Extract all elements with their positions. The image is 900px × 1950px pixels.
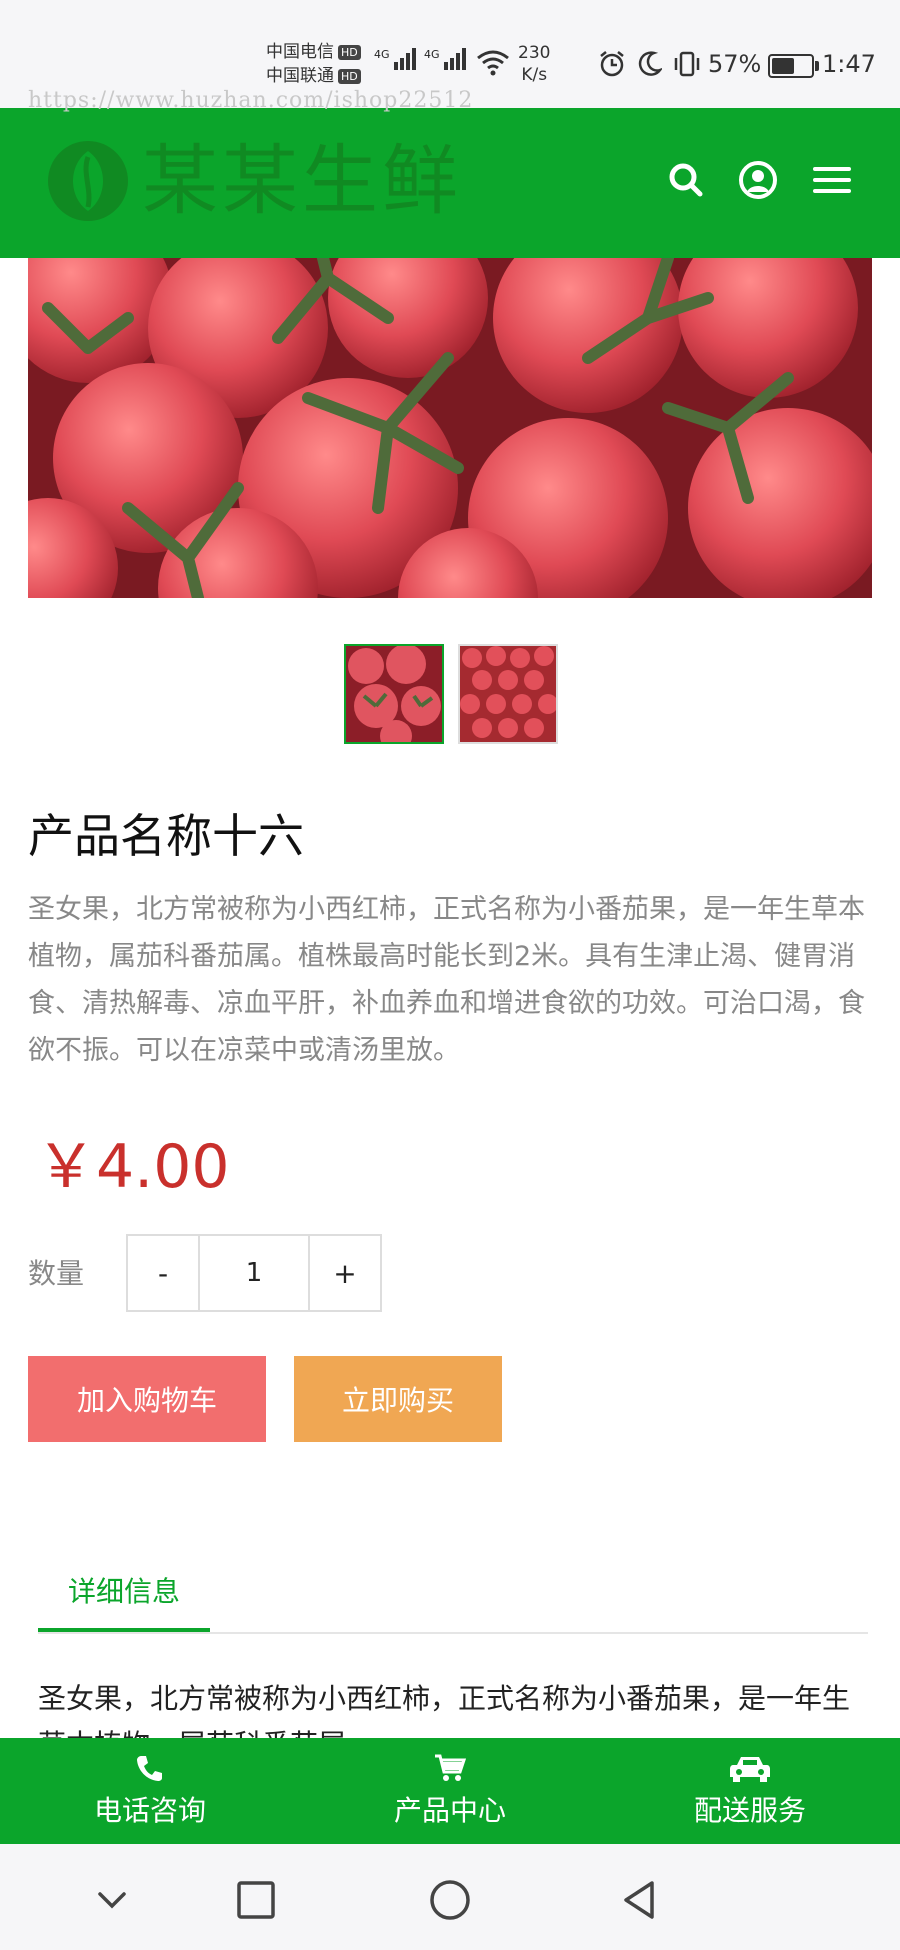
tomato-thumbnail — [346, 646, 442, 742]
hd-badge: HD — [338, 68, 361, 84]
footer-label: 电话咨询 — [93, 1794, 206, 1827]
alarm-icon — [600, 51, 624, 77]
carrier-info: 中国电信 HD 中国联通 HD — [266, 40, 361, 88]
tab-divider — [38, 1632, 868, 1634]
quantity-stepper: - 1 + — [126, 1234, 382, 1312]
wifi-icon — [477, 50, 509, 76]
car-icon — [730, 1757, 770, 1782]
moon-icon — [638, 51, 662, 76]
footer-label: 配送服务 — [693, 1794, 806, 1827]
network-type-2: 4G — [424, 48, 440, 61]
vibrate-icon — [674, 51, 700, 77]
product-main-image — [28, 258, 872, 598]
tab-details[interactable]: 详细信息 — [38, 1570, 210, 1632]
phone-icon — [137, 1756, 162, 1781]
battery-percent: 57% — [708, 50, 762, 78]
footer-item-products[interactable]: 产品中心 — [300, 1738, 600, 1844]
quantity-label: 数量 — [28, 1257, 85, 1290]
search-icon[interactable] — [666, 160, 706, 200]
back-icon[interactable] — [618, 1878, 662, 1922]
menu-icon[interactable] — [812, 160, 852, 200]
logo[interactable]: 某某生鲜 — [44, 136, 462, 226]
battery-icon — [768, 54, 819, 78]
clock: 1:47 — [822, 50, 876, 78]
buy-now-button[interactable]: 立即购买 — [294, 1356, 502, 1442]
increase-button[interactable]: + — [310, 1236, 380, 1310]
site-header: 某某生鲜 — [0, 108, 900, 258]
hd-badge: HD — [338, 44, 361, 60]
thumbnail-1[interactable] — [344, 644, 444, 744]
system-nav-bar — [0, 1844, 900, 1950]
tomato-photo — [28, 258, 872, 598]
thumbnail-strip — [344, 644, 558, 744]
network-type-1: 4G — [374, 48, 390, 61]
thumbnail-2[interactable] — [458, 644, 558, 744]
recent-apps-icon[interactable] — [234, 1878, 278, 1922]
chevron-down-icon[interactable] — [90, 1878, 134, 1922]
home-icon[interactable] — [428, 1878, 472, 1922]
url-watermark: https://www.huzhan.com/ishop22512 — [28, 88, 474, 113]
product-title: 产品名称十六 — [28, 809, 304, 863]
carrier-1: 中国电信 — [266, 42, 334, 62]
brand-name: 某某生鲜 — [142, 136, 462, 225]
network-speed: 230 K/s — [518, 43, 551, 85]
user-icon[interactable] — [738, 160, 778, 200]
product-price: ￥4.00 — [36, 1132, 230, 1202]
footer-label: 产品中心 — [393, 1794, 506, 1827]
tomato-thumbnail — [460, 646, 556, 742]
decrease-button[interactable]: - — [128, 1236, 198, 1310]
footer-item-delivery[interactable]: 配送服务 — [600, 1738, 900, 1844]
signal-icon: 4G — [424, 48, 466, 70]
bottom-nav: 电话咨询 产品中心 配送服务 — [0, 1738, 900, 1844]
carrier-2: 中国联通 — [266, 66, 334, 86]
quantity-input[interactable]: 1 — [198, 1236, 310, 1310]
cart-icon — [435, 1754, 466, 1781]
footer-item-phone[interactable]: 电话咨询 — [0, 1738, 300, 1844]
signal-icon: 4G — [374, 48, 416, 70]
add-to-cart-button[interactable]: 加入购物车 — [28, 1356, 266, 1442]
product-description: 圣女果，北方常被称为小西红柿，正式名称为小番茄果，是一年生草本植物，属茄科番茄属… — [28, 894, 865, 1066]
leaf-logo-icon — [48, 141, 128, 221]
